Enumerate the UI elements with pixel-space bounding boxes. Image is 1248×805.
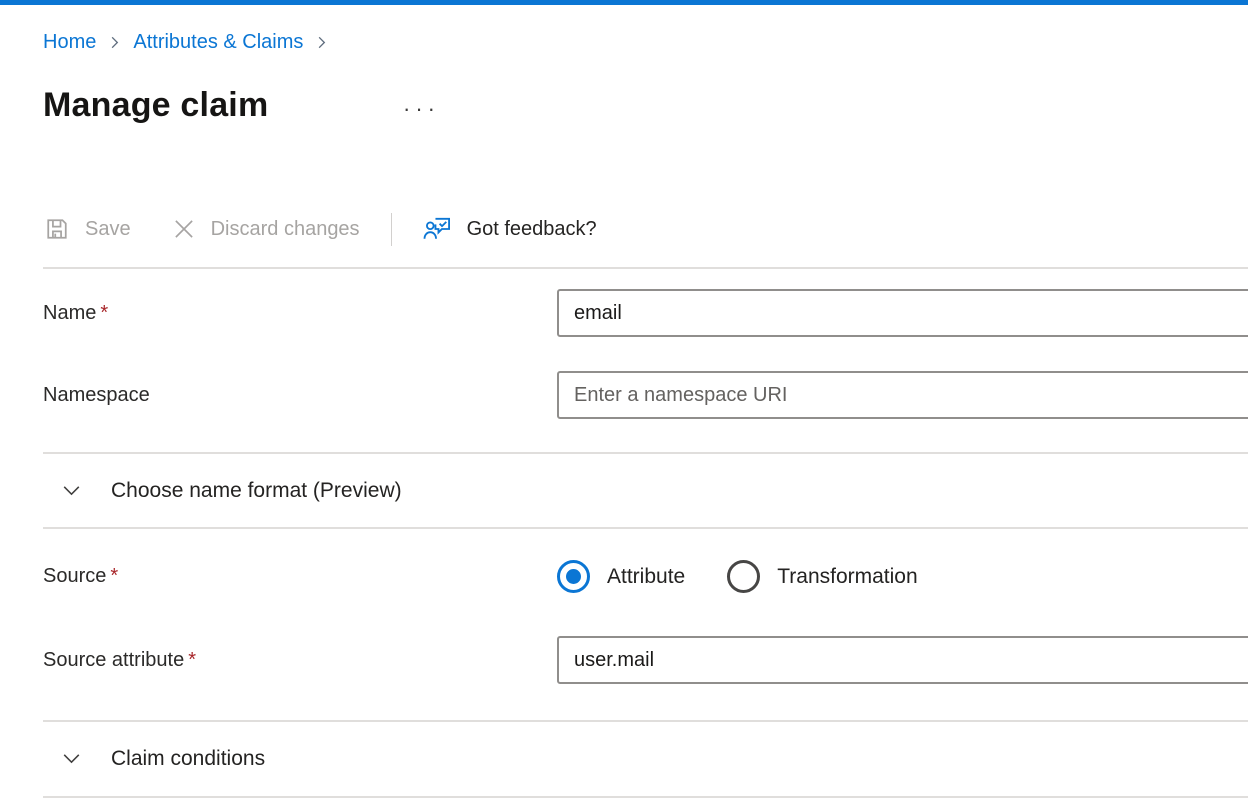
save-button[interactable]: Save: [43, 215, 131, 243]
chevron-down-icon: [59, 478, 84, 503]
close-icon: [171, 216, 197, 242]
page-title: Manage claim: [43, 86, 268, 125]
radio-selected-icon: [557, 560, 590, 593]
namespace-input[interactable]: [557, 371, 1248, 419]
got-feedback-button[interactable]: Got feedback?: [423, 215, 597, 243]
section-choose-name-format[interactable]: Choose name format (Preview): [43, 472, 1248, 509]
name-field-row: Name*: [43, 289, 1248, 337]
more-menu-button[interactable]: ···: [403, 96, 440, 122]
divider: [43, 267, 1248, 269]
command-bar: Save Discard changes Got feedback?: [43, 209, 597, 249]
radio-attribute-label: Attribute: [607, 565, 685, 589]
section-claim-conditions-label: Claim conditions: [111, 747, 265, 771]
radio-unselected-icon: [727, 560, 760, 593]
name-label: Name*: [43, 302, 108, 324]
namespace-label: Namespace: [43, 384, 150, 406]
save-label: Save: [85, 218, 131, 241]
chevron-right-icon: [107, 35, 122, 50]
section-choose-name-format-label: Choose name format (Preview): [111, 479, 402, 503]
breadcrumb: Home Attributes & Claims: [43, 29, 329, 55]
radio-transformation-label: Transformation: [777, 565, 917, 589]
required-asterisk: *: [184, 649, 196, 671]
divider: [43, 452, 1248, 454]
source-attribute-input[interactable]: [557, 636, 1248, 684]
toolbar-divider: [391, 213, 392, 246]
source-attribute-label: Source attribute*: [43, 649, 196, 671]
got-feedback-label: Got feedback?: [467, 218, 597, 241]
required-asterisk: *: [96, 302, 108, 324]
source-attribute-field-row: Source attribute*: [43, 636, 1248, 684]
section-claim-conditions[interactable]: Claim conditions: [43, 740, 1248, 777]
namespace-field-row: Namespace: [43, 371, 1248, 419]
divider: [43, 720, 1248, 722]
discard-changes-label: Discard changes: [211, 218, 360, 241]
breadcrumb-home-link[interactable]: Home: [43, 29, 96, 55]
name-input[interactable]: [557, 289, 1248, 337]
source-radio-group: Attribute Transformation: [557, 560, 918, 593]
source-label: Source*: [43, 565, 118, 587]
divider: [43, 796, 1248, 798]
divider: [43, 527, 1248, 529]
chevron-down-icon: [59, 746, 84, 771]
radio-attribute[interactable]: Attribute: [557, 560, 685, 593]
feedback-icon: [423, 215, 453, 243]
discard-changes-button[interactable]: Discard changes: [171, 216, 360, 242]
breadcrumb-attributes-claims-link[interactable]: Attributes & Claims: [133, 29, 303, 55]
chevron-right-icon: [314, 35, 329, 50]
blade-accent-bar: [0, 0, 1248, 5]
manage-claim-blade: Home Attributes & Claims Manage claim ··…: [0, 0, 1248, 805]
source-field-row: Source* Attribute Transformation: [43, 560, 1248, 593]
radio-transformation[interactable]: Transformation: [727, 560, 917, 593]
required-asterisk: *: [106, 565, 118, 587]
save-icon: [43, 215, 71, 243]
